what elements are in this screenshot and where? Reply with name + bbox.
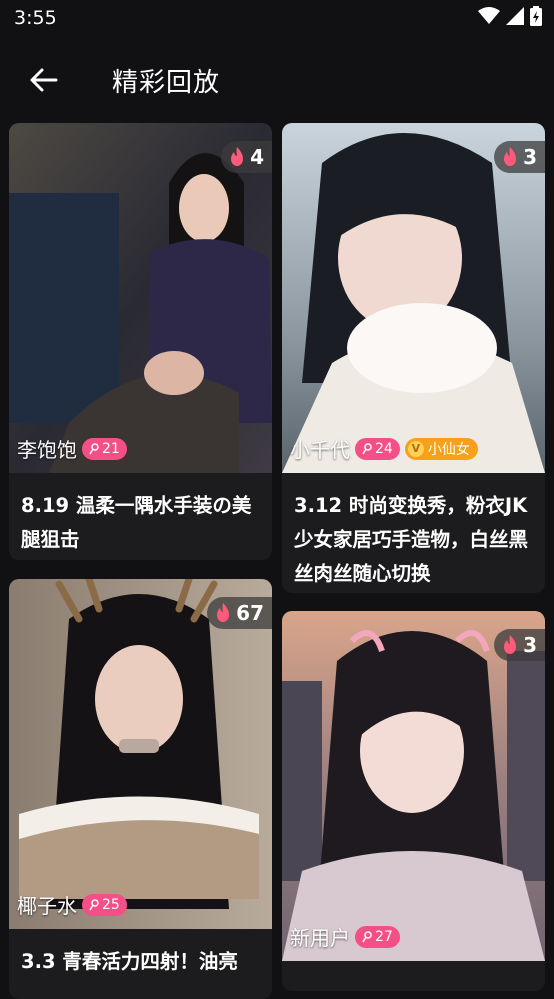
video-thumbnail[interactable]: 3 新用户 27 xyxy=(282,611,545,961)
level-badge: 21 xyxy=(82,437,127,460)
author-name: 李饱饱 xyxy=(17,438,77,462)
status-icons xyxy=(478,6,542,26)
level-value: 25 xyxy=(102,896,120,913)
replay-card[interactable]: 3 新用户 27 xyxy=(282,611,545,991)
video-thumbnail[interactable]: 67 椰子水 25 xyxy=(9,579,272,929)
battery-icon xyxy=(530,6,542,26)
replay-title: 3.3 青春活力四射！油亮 xyxy=(21,950,238,973)
video-thumbnail[interactable]: 4 李饱饱 21 xyxy=(9,123,272,473)
author-name: 小千代 xyxy=(290,438,350,462)
heat-count: 4 xyxy=(250,145,264,169)
status-time: 3:55 xyxy=(14,7,57,29)
heat-count-badge: 67 xyxy=(207,597,272,629)
author-info: 小千代 24 V 小仙女 xyxy=(290,434,478,463)
thumbnail-image xyxy=(9,123,272,473)
author-name: 新用户 xyxy=(290,926,350,950)
level-icon xyxy=(89,442,99,454)
thumbnail-image xyxy=(9,579,272,929)
flame-icon xyxy=(231,147,244,166)
flame-icon xyxy=(217,603,230,622)
author-info: 椰子水 25 xyxy=(17,890,127,919)
level-badge: 24 xyxy=(355,437,400,460)
level-value: 21 xyxy=(102,440,120,457)
replay-card[interactable]: 3 小千代 24 V 小仙女 3.12 时尚变换秀，粉衣JK少女家居巧手造物，白… xyxy=(282,123,545,593)
thumbnail-image xyxy=(282,123,545,473)
replay-title: 3.12 时尚变换秀，粉衣JK少女家居巧手造物，白丝黑丝肉丝随心切换 xyxy=(294,494,529,585)
thumbnail-image xyxy=(282,611,545,961)
level-icon xyxy=(89,898,99,910)
heat-count-badge: 4 xyxy=(221,141,272,173)
author-info: 李饱饱 21 xyxy=(17,434,127,463)
level-value: 27 xyxy=(375,928,393,945)
flame-icon xyxy=(504,147,517,166)
vip-label: 小仙女 xyxy=(427,441,470,458)
page-title: 精彩回放 xyxy=(112,68,221,98)
signal-icon xyxy=(506,7,524,25)
level-badge: 25 xyxy=(82,893,127,916)
author-name: 椰子水 xyxy=(17,894,77,918)
status-bar: 3:55 xyxy=(0,0,554,38)
replay-card[interactable]: 67 椰子水 25 3.3 青春活力四射！油亮 xyxy=(9,579,272,999)
back-arrow-icon[interactable] xyxy=(26,62,62,98)
video-thumbnail[interactable]: 3 小千代 24 V 小仙女 xyxy=(282,123,545,473)
level-icon xyxy=(362,442,372,454)
author-info: 新用户 27 xyxy=(290,922,400,951)
top-bar: 精彩回放 xyxy=(0,50,554,112)
heat-count: 3 xyxy=(523,145,537,169)
flame-icon xyxy=(504,635,517,654)
vip-badge: V 小仙女 xyxy=(404,437,478,460)
level-value: 24 xyxy=(375,440,393,457)
level-badge: 27 xyxy=(355,925,400,948)
vip-icon: V xyxy=(407,440,424,457)
replay-card[interactable]: 4 李饱饱 21 8.19 温柔一隅水手装の美腿狙击 xyxy=(9,123,272,560)
level-icon xyxy=(362,930,372,942)
heat-count-badge: 3 xyxy=(494,629,545,661)
wifi-icon xyxy=(478,7,500,24)
heat-count: 3 xyxy=(523,633,537,657)
replay-title: 8.19 温柔一隅水手装の美腿狙击 xyxy=(21,494,252,551)
heat-count-badge: 3 xyxy=(494,141,545,173)
heat-count: 67 xyxy=(236,601,264,625)
